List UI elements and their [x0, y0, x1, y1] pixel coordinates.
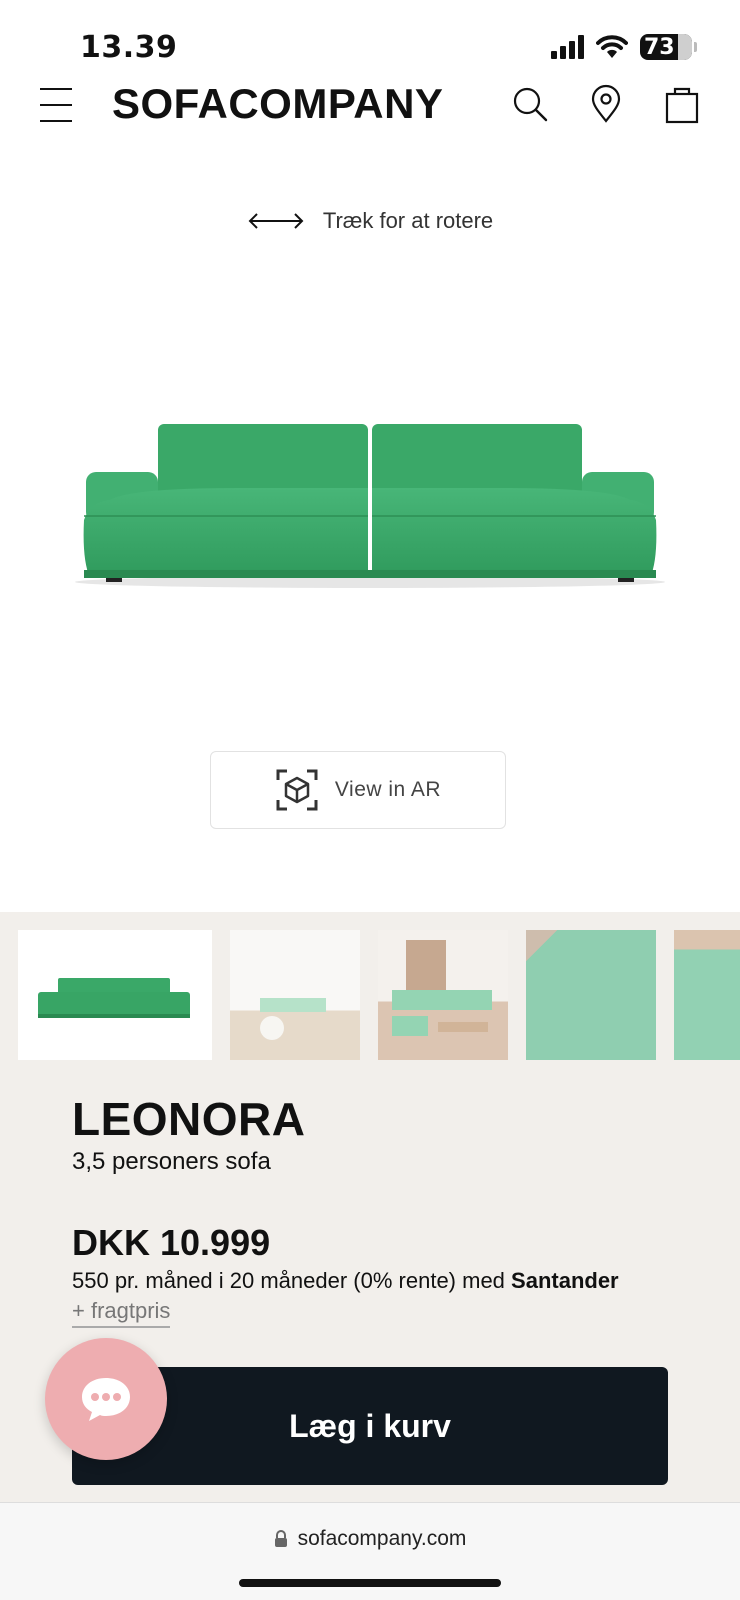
product-price: DKK 10.999: [72, 1222, 271, 1263]
search-icon[interactable]: [510, 84, 550, 124]
gallery-thumbnail[interactable]: [378, 930, 508, 1060]
ar-button-label: View in AR: [334, 778, 442, 801]
status-bar: 13.39 73: [0, 0, 740, 70]
site-header: SOFACOMPANY: [0, 70, 740, 140]
browser-url-bar: sofacompany.com: [0, 1502, 740, 1600]
double-arrow-icon: [248, 213, 304, 229]
status-time: 13.39: [80, 30, 178, 65]
rotate-hint-text: Træk for at rotere: [322, 208, 494, 233]
freight-link[interactable]: + fragtpris: [72, 1298, 171, 1328]
sofa-thumbnail-image: [38, 978, 190, 1018]
rotate-hint: Træk for at rotere: [0, 208, 740, 234]
gallery-thumbnail[interactable]: [674, 930, 740, 1060]
gallery-thumbnail[interactable]: [18, 930, 212, 1060]
shopping-bag-icon[interactable]: [662, 84, 702, 124]
gallery-thumbnail[interactable]: [526, 930, 656, 1060]
image-gallery: [18, 930, 740, 1060]
finance-text: 550 pr. måned i 20 måneder (0% rente) me…: [72, 1268, 512, 1293]
site-logo[interactable]: SOFACOMPANY: [112, 80, 443, 128]
gallery-thumbnail[interactable]: [230, 930, 360, 1060]
status-icons: 73: [551, 34, 697, 60]
finance-info: 550 pr. måned i 20 måneder (0% rente) me…: [72, 1268, 619, 1294]
url-display[interactable]: sofacompany.com: [0, 1527, 740, 1551]
location-pin-icon[interactable]: [586, 84, 626, 124]
product-name: LEONORA: [72, 1093, 306, 1145]
url-text: sofacompany.com: [297, 1527, 467, 1550]
wifi-icon: [596, 35, 628, 58]
shelves-scene-image: [392, 940, 492, 1036]
ar-cube-icon: [276, 769, 318, 811]
room-scene-image: [260, 998, 326, 1040]
chat-button[interactable]: [45, 1338, 167, 1460]
menu-icon[interactable]: [40, 88, 72, 122]
product-type: 3,5 personers sofa: [72, 1148, 271, 1175]
cellular-signal-icon: [551, 35, 584, 59]
chat-bubble-icon: [82, 1378, 130, 1421]
product-3d-viewer[interactable]: [70, 410, 670, 590]
battery-level: 73: [644, 34, 675, 60]
lock-icon: [274, 1530, 287, 1547]
home-indicator[interactable]: [239, 1579, 501, 1587]
add-to-cart-label: Læg i kurv: [289, 1407, 451, 1444]
finance-brand: Santander: [511, 1268, 619, 1293]
view-in-ar-button[interactable]: View in AR: [210, 751, 506, 829]
battery-icon: 73: [640, 34, 697, 60]
